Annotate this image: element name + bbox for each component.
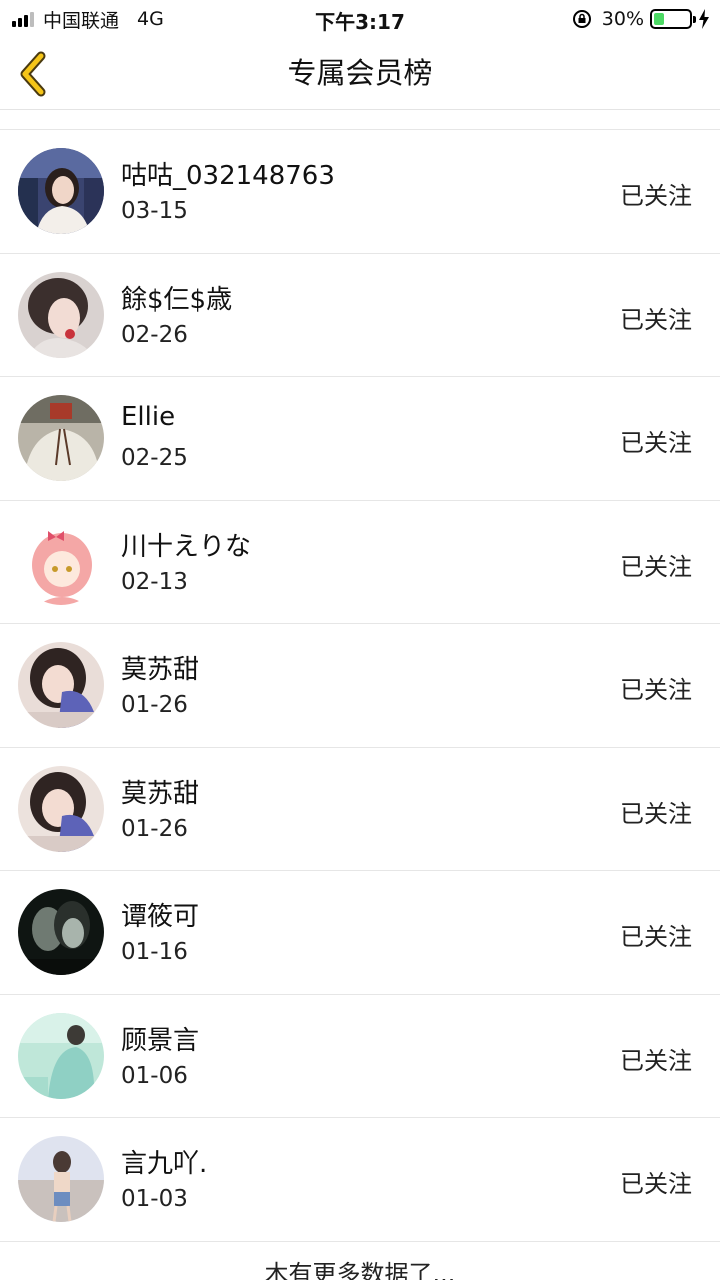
rotation-lock-icon — [572, 10, 591, 28]
avatar[interactable] — [18, 765, 104, 852]
avatar[interactable] — [18, 271, 104, 358]
user-name: 谭筱可 — [121, 902, 200, 932]
user-name: 川十えりな — [121, 531, 252, 562]
avatar[interactable] — [18, 642, 104, 728]
list-item[interactable]: 莫苏甜 01-26 已关注 — [0, 624, 720, 748]
avatar[interactable] — [18, 1136, 104, 1222]
charging-icon — [699, 9, 709, 29]
avatar[interactable] — [18, 518, 104, 605]
follow-status[interactable]: 已关注 — [620, 917, 692, 952]
user-date: 02-26 — [121, 321, 188, 348]
no-more-data-label: 木有更多数据了... — [264, 1260, 456, 1280]
user-name: Ellie — [121, 402, 176, 432]
battery-level — [654, 13, 665, 25]
status-right: 30% — [572, 7, 710, 31]
member-list: 咕咕_032148763 03-15 已关注 餘$仨$歳 02-26 已关注 E… — [0, 130, 720, 1242]
follow-status[interactable]: 已关注 — [620, 300, 692, 335]
follow-status[interactable]: 已关注 — [620, 423, 692, 458]
follow-status[interactable]: 已关注 — [620, 1041, 692, 1076]
status-bar: 中国联通 4G 下午3:17 30% — [0, 0, 720, 38]
user-date: 01-16 — [121, 939, 188, 965]
avatar[interactable] — [18, 148, 104, 234]
list-item[interactable]: Ellie 02-25 已关注 — [0, 377, 720, 501]
user-date: 01-06 — [121, 1062, 188, 1089]
battery-percent: 30% — [601, 8, 644, 30]
user-date: 02-13 — [121, 568, 188, 595]
list-item[interactable]: 谭筱可 01-16 已关注 — [0, 871, 720, 995]
follow-status[interactable]: 已关注 — [620, 1164, 692, 1199]
list-top-spacer — [0, 110, 720, 130]
list-item[interactable]: 川十えりな 02-13 已关注 — [0, 500, 720, 624]
avatar[interactable] — [18, 889, 104, 975]
user-name: 莫苏甜 — [121, 655, 200, 685]
list-item[interactable]: 莫苏甜 01-26 已关注 — [0, 747, 720, 871]
back-button[interactable] — [6, 44, 62, 104]
follow-status[interactable]: 已关注 — [620, 547, 692, 582]
user-name: 餘$仨$歳 — [121, 284, 233, 315]
user-date: 01-26 — [121, 692, 188, 718]
user-name: 莫苏甜 — [121, 778, 200, 809]
follow-status[interactable]: 已关注 — [620, 670, 692, 705]
list-item[interactable]: 顾景言 01-06 已关注 — [0, 994, 720, 1118]
user-date: 01-26 — [121, 815, 188, 842]
user-date: 03-15 — [121, 198, 188, 224]
avatar[interactable] — [18, 395, 104, 481]
user-name: 言九吖. — [121, 1149, 208, 1179]
list-item[interactable]: 咕咕_032148763 03-15 已关注 — [0, 130, 720, 254]
avatar[interactable] — [18, 1012, 104, 1099]
battery-icon — [650, 9, 696, 29]
user-name: 顾景言 — [121, 1025, 200, 1056]
list-item[interactable]: 餘$仨$歳 02-26 已关注 — [0, 253, 720, 377]
chevron-left-icon — [20, 51, 46, 97]
follow-status[interactable]: 已关注 — [620, 176, 692, 211]
page-title: 专属会员榜 — [287, 56, 433, 90]
list-item[interactable]: 言九吖. 01-03 已关注 — [0, 1118, 720, 1242]
user-date: 01-03 — [121, 1186, 188, 1212]
user-date: 02-25 — [121, 445, 188, 471]
follow-status[interactable]: 已关注 — [620, 794, 692, 829]
user-name: 咕咕_032148763 — [121, 161, 335, 191]
nav-bar: 专属会员榜 — [0, 38, 720, 110]
